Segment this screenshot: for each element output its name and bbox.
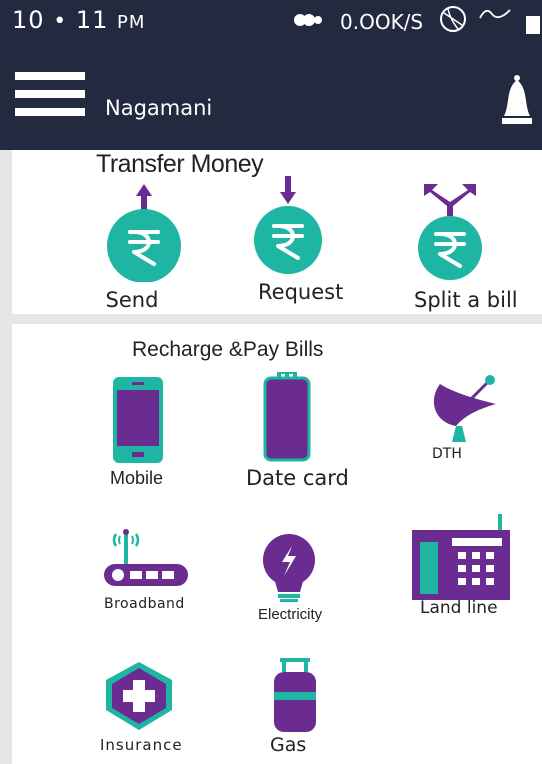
satellite-dish-icon — [433, 375, 496, 442]
status-time: 10 • 11 PM — [12, 6, 145, 34]
rupee-split-icon — [418, 184, 482, 280]
data-card-item[interactable]: Date card — [242, 372, 362, 496]
data-card-label: Date card — [246, 466, 349, 490]
hamburger-menu-icon[interactable] — [15, 72, 85, 116]
send-action[interactable]: Send — [92, 180, 202, 314]
status-time-hour: 10 — [12, 6, 45, 34]
lightbulb-icon — [263, 534, 315, 602]
status-bar: 10 • 11 PM 0.OOK/S — [0, 0, 542, 40]
gas-item[interactable]: Gas — [264, 658, 334, 758]
split-bill-action[interactable]: Split a bill — [404, 180, 534, 314]
status-time-minutes: 11 — [75, 6, 109, 34]
insurance-cross-icon — [106, 662, 172, 730]
mobile-item[interactable]: Mobile — [102, 376, 192, 496]
network-speed: 0.OOK/S — [340, 10, 424, 34]
insurance-item[interactable]: Insurance — [98, 660, 208, 760]
gas-cylinder-icon — [274, 658, 316, 732]
signal-wave-icon — [479, 9, 511, 19]
landline-label: Land line — [420, 598, 498, 618]
landline-phone-icon — [412, 514, 510, 600]
app-header: Nagamani — [0, 40, 542, 150]
rupee-send-icon — [107, 184, 181, 282]
transfer-money-title: Transfer Money — [96, 150, 264, 178]
router-icon — [104, 529, 188, 586]
electricity-item[interactable]: Electricity — [256, 532, 346, 632]
recharge-title: Recharge &Pay Bills — [132, 338, 324, 361]
user-name: Nagamani — [105, 96, 213, 120]
bell-icon[interactable] — [500, 74, 534, 128]
data-card-icon — [263, 372, 311, 462]
recharge-bills-card: Recharge &Pay Bills Mobile Date card DTH — [12, 324, 542, 764]
broadband-label: Broadband — [104, 596, 185, 612]
time-separator: • — [53, 9, 68, 34]
electricity-label: Electricity — [258, 606, 323, 623]
landline-item[interactable]: Land line — [412, 514, 522, 624]
send-label: Send — [105, 288, 159, 312]
mobile-phone-icon — [113, 377, 163, 463]
insurance-label: Insurance — [100, 736, 183, 754]
dth-label: DTH — [432, 446, 462, 462]
split-bill-label: Split a bill — [414, 288, 518, 312]
transfer-money-card: Transfer Money Send Request Split a bill — [12, 150, 542, 314]
gas-label: Gas — [270, 734, 307, 756]
status-time-period: PM — [117, 12, 146, 33]
dth-item[interactable]: DTH — [422, 374, 502, 474]
broadband-item[interactable]: Broadband — [98, 524, 208, 624]
request-action[interactable]: Request — [244, 174, 364, 308]
battery-icon — [526, 16, 540, 34]
request-label: Request — [258, 280, 344, 304]
rupee-request-icon — [254, 176, 322, 274]
globe-icon — [440, 6, 466, 32]
mobile-label: Mobile — [110, 468, 164, 488]
connection-dots-icon — [294, 14, 322, 26]
